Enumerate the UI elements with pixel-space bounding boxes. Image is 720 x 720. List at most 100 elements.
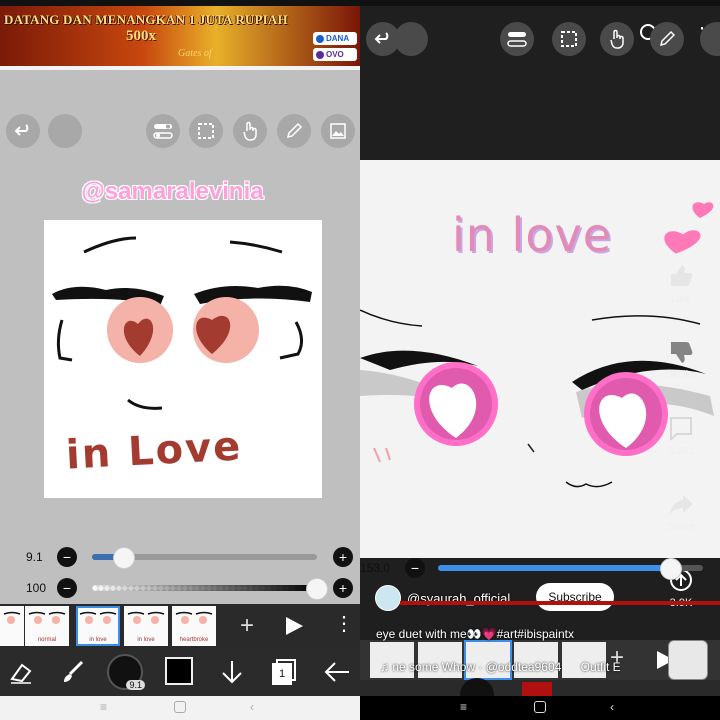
toggle-icon xyxy=(507,32,527,47)
opacity-plus-button[interactable]: + xyxy=(333,578,353,598)
like-label: Like xyxy=(670,293,692,305)
frame-label: heartbroke xyxy=(179,637,209,643)
brush-size-value: 9.1 xyxy=(26,550,43,564)
animation-frame[interactable]: in love xyxy=(124,606,168,646)
split-screen: DATANG DAN MENANGKAN 1 JUTA RUPIAH 500x … xyxy=(0,0,720,720)
gallery-button[interactable] xyxy=(321,114,355,148)
share-button[interactable]: Share xyxy=(656,490,706,533)
animation-frame[interactable] xyxy=(0,606,24,646)
brush-size-slider[interactable] xyxy=(92,547,317,569)
color-swatch-right[interactable] xyxy=(522,682,552,696)
home-icon[interactable] xyxy=(534,701,546,713)
brush-size-fill-right xyxy=(438,565,672,571)
brush-size-knob-right[interactable] xyxy=(660,558,683,580)
pay-label: DANA xyxy=(326,34,350,43)
pay-label: OVO xyxy=(326,50,344,59)
settings-toggle-button-right[interactable] xyxy=(500,22,534,56)
add-frame-icon[interactable]: + xyxy=(240,612,254,640)
hand-tool-button[interactable] xyxy=(233,114,267,148)
status-bar xyxy=(0,0,360,6)
brush-size-plus-button[interactable]: + xyxy=(333,547,353,567)
video-description[interactable]: eye duet with me👀💗#art#ibispaintx xyxy=(376,627,574,641)
pen-icon xyxy=(659,30,676,47)
animation-frame[interactable]: in love xyxy=(76,606,120,646)
channel-info[interactable]: @syaurah_official xyxy=(375,585,510,611)
opacity-minus-button[interactable]: − xyxy=(57,578,77,598)
undo-icon xyxy=(14,124,29,136)
selection-button[interactable] xyxy=(189,114,223,148)
thumbs-up-icon xyxy=(671,265,693,286)
watermark-text: @samaralevinia xyxy=(81,178,264,205)
more-options-icon[interactable]: ⋮ xyxy=(334,612,354,636)
pen-icon xyxy=(286,122,303,139)
animation-frame[interactable]: heartbroke xyxy=(172,606,216,646)
opacity-knob[interactable] xyxy=(306,578,328,600)
music-thumbnail[interactable] xyxy=(668,640,708,680)
undo-icon xyxy=(374,32,389,44)
share-icon xyxy=(670,495,693,514)
brush-size-minus-button-right[interactable]: − xyxy=(405,558,425,578)
drawing-canvas[interactable]: in Love xyxy=(44,220,322,498)
toggle-icon xyxy=(153,124,173,139)
layers-button[interactable]: 1 xyxy=(272,659,298,685)
brush-size-knob[interactable] xyxy=(112,547,135,569)
layer-count: 1 xyxy=(278,668,286,680)
animation-frames-strip: normal in love in love heartbroke + ⋮ xyxy=(0,604,360,648)
comment-icon xyxy=(670,417,692,442)
gallery-button-right[interactable] xyxy=(700,22,720,56)
animation-frame[interactable]: normal xyxy=(25,606,69,646)
move-down-icon[interactable] xyxy=(219,658,245,686)
hand-tool-button-right[interactable] xyxy=(600,22,634,56)
music-title: ne some Whow · @oddtea9604 xyxy=(392,660,562,674)
music-info[interactable]: ♫ ne some Whow · @oddtea9604 Outfit E xyxy=(380,660,621,674)
play-icon[interactable] xyxy=(283,615,305,637)
brush-icon[interactable] xyxy=(60,659,86,685)
undo-button[interactable] xyxy=(6,114,40,148)
pen-tool-button[interactable] xyxy=(277,114,311,148)
back-icon[interactable]: ‹ xyxy=(610,700,614,714)
selection-button-right[interactable] xyxy=(552,22,586,56)
right-panel: ⋮ in love xyxy=(360,0,720,720)
frame-thumbnail xyxy=(0,611,21,624)
pay-badge-ovo: OVO xyxy=(313,48,357,61)
hand-icon xyxy=(243,121,257,141)
back-arrow-icon[interactable] xyxy=(323,660,351,684)
eraser-icon[interactable] xyxy=(8,659,34,685)
home-icon[interactable] xyxy=(174,701,186,713)
pen-tool-button-right[interactable] xyxy=(650,22,684,56)
recent-apps-icon[interactable]: ≡ xyxy=(460,700,467,714)
brush-size-minus-button[interactable]: − xyxy=(57,547,77,567)
redo-button-right[interactable] xyxy=(394,22,428,56)
frame-label: in love xyxy=(89,637,107,643)
progress-bar[interactable] xyxy=(400,601,720,605)
brush-size-slider-row: 9.1 − + xyxy=(0,546,360,569)
comments-button[interactable]: 3,381 xyxy=(656,414,706,457)
channel-avatar[interactable] xyxy=(375,585,401,611)
opacity-slider[interactable] xyxy=(92,578,328,600)
frame-thumbnail xyxy=(28,611,66,624)
frame-thumbnail xyxy=(79,611,117,624)
image-icon xyxy=(330,123,346,139)
ad-headline: DATANG DAN MENANGKAN 1 JUTA RUPIAH xyxy=(4,12,288,27)
opacity-fill xyxy=(92,585,317,591)
pay-badge-dana: DANA xyxy=(313,32,357,45)
left-panel: DATANG DAN MENANGKAN 1 JUTA RUPIAH 500x … xyxy=(0,0,360,720)
ad-banner[interactable]: DATANG DAN MENANGKAN 1 JUTA RUPIAH 500x … xyxy=(0,0,360,66)
status-bar-right xyxy=(360,0,720,6)
dislike-button[interactable]: Dislike xyxy=(656,338,706,381)
subscribe-button[interactable]: Subscribe xyxy=(536,583,614,611)
selection-icon xyxy=(198,123,214,139)
hand-icon xyxy=(610,29,624,49)
redo-button[interactable] xyxy=(48,114,82,148)
settings-toggle-button[interactable] xyxy=(146,114,180,148)
share-label: Share xyxy=(666,521,696,533)
brush-size-slider-right[interactable] xyxy=(438,558,703,580)
back-icon[interactable]: ‹ xyxy=(250,700,254,714)
music-note-icon: ♫ xyxy=(380,660,393,674)
bottom-toolbar-right xyxy=(360,678,720,712)
frame-label: normal xyxy=(37,637,57,643)
color-swatch[interactable] xyxy=(165,657,193,685)
like-button[interactable]: Like xyxy=(656,262,706,305)
recent-apps-icon[interactable]: ≡ xyxy=(100,700,107,714)
brush-size-preview[interactable]: 9.1 xyxy=(107,654,145,690)
